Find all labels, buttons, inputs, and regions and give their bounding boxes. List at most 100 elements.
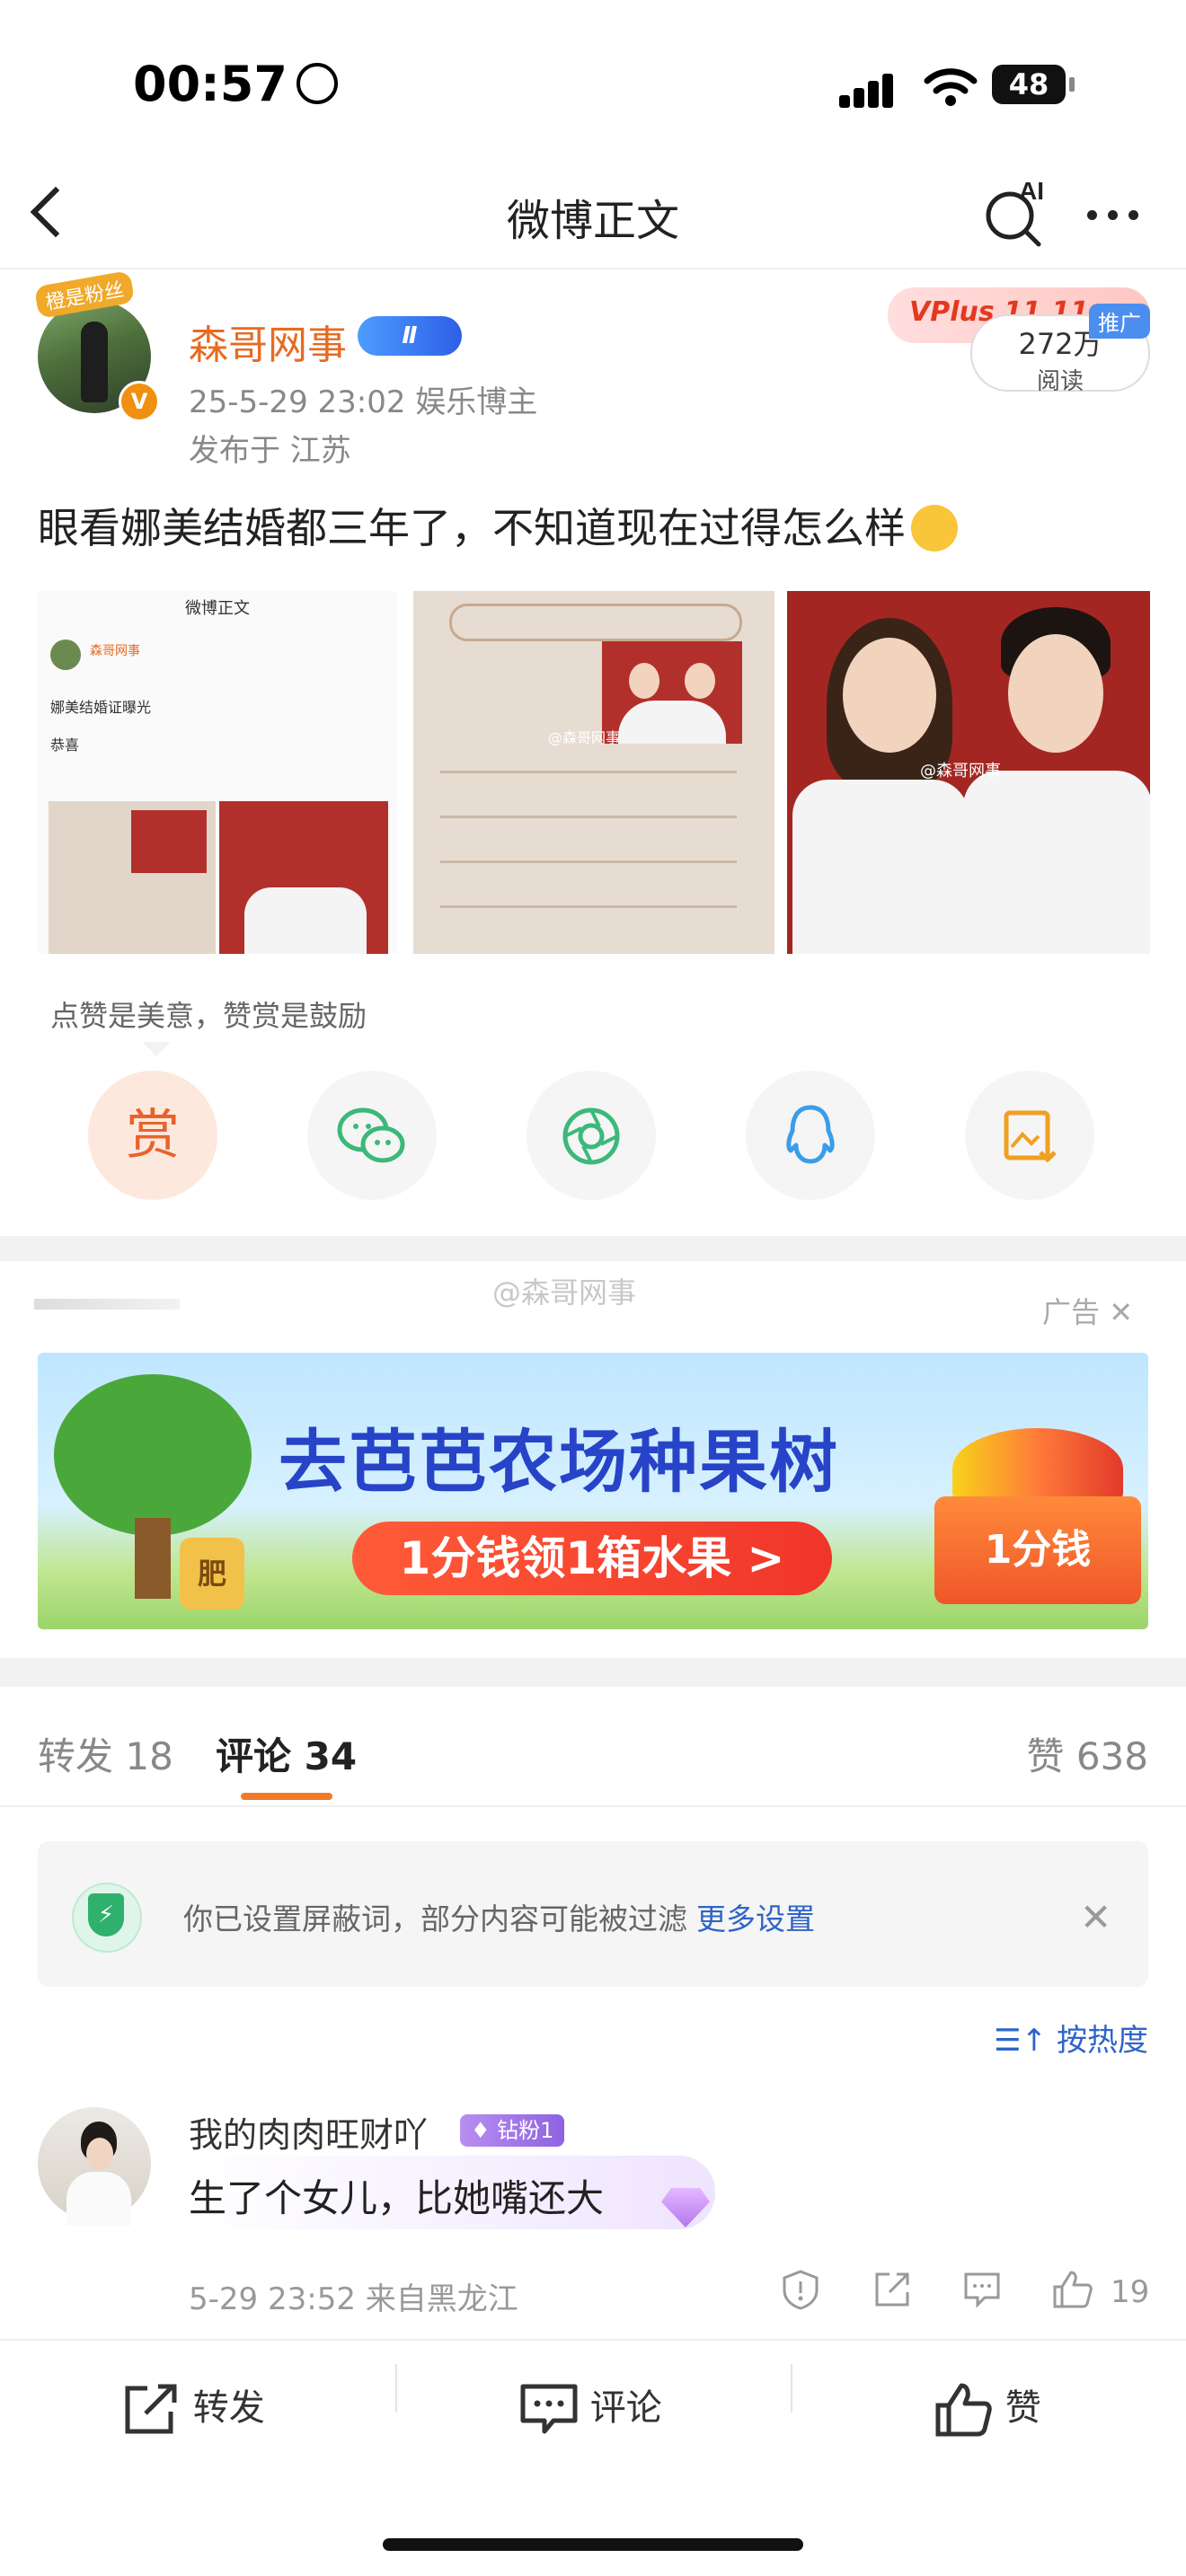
forward-icon[interactable] xyxy=(872,2269,913,2314)
reply-icon[interactable] xyxy=(961,2269,1003,2314)
fertilizer-pot: 肥 xyxy=(180,1538,244,1610)
ai-label: AI xyxy=(1019,177,1044,205)
more-settings-link[interactable]: 更多设置 xyxy=(696,1901,815,1936)
nav-divider xyxy=(0,268,1186,269)
ai-search-icon[interactable]: AI xyxy=(981,176,1053,251)
qq-icon xyxy=(786,1105,835,1163)
ad-headline: 去芭芭农场种果树 xyxy=(279,1422,839,1502)
mini-couple-photo xyxy=(219,801,388,954)
cert-ornament xyxy=(449,604,742,641)
battery-indicator: 48 xyxy=(992,65,1075,104)
cert-line xyxy=(440,905,737,908)
fruit-box: 1分钱 xyxy=(934,1496,1141,1604)
reward-tip: 点赞是美意，赞赏是鼓励 xyxy=(50,999,367,1033)
fan-badge[interactable]: ♦ 钻粉1 xyxy=(460,2114,565,2147)
bottom-separator xyxy=(791,2364,792,2413)
mini-line: 娜美结婚证曝光 xyxy=(50,699,152,716)
weibo-watermark: @森哥网事 xyxy=(492,1275,637,1310)
ad-cta-button[interactable]: 1分钱领1箱水果 > xyxy=(352,1522,832,1595)
share-moments-button[interactable] xyxy=(527,1071,656,1200)
comment-label: 评论 xyxy=(589,2387,662,2429)
tree-illustration xyxy=(54,1374,252,1536)
comment-like-count: 19 xyxy=(1111,2274,1150,2310)
vip-badge[interactable]: Ⅱ xyxy=(358,316,462,356)
mini-avatar xyxy=(50,640,81,670)
bottom-separator xyxy=(395,2364,397,2413)
comment-icon xyxy=(520,2384,578,2434)
save-image-icon xyxy=(1004,1110,1057,1163)
bottom-like-button[interactable]: 赞 xyxy=(934,2378,1041,2438)
save-image-button[interactable] xyxy=(965,1071,1094,1200)
post-image-3[interactable]: @森哥网事 xyxy=(787,591,1150,954)
comment-text: 生了个女儿，比她嘴还大 xyxy=(189,2176,605,2220)
post-location: 发布于 江苏 xyxy=(189,433,351,469)
bottom-repost-button[interactable]: 转发 xyxy=(122,2378,265,2437)
mini-shirts xyxy=(244,887,367,954)
author-name[interactable]: 森哥网事 xyxy=(189,313,347,370)
status-time: 00:57 xyxy=(133,56,338,112)
more-options-icon[interactable] xyxy=(1087,207,1149,224)
mini-cert-photo xyxy=(131,810,207,873)
mini-certificate xyxy=(49,801,216,954)
cert-line xyxy=(440,816,737,818)
smiley-icon xyxy=(296,63,338,105)
post-meta: 25-5-29 23:02 娱乐博主 xyxy=(189,384,538,420)
close-ad-icon[interactable]: ✕ xyxy=(1109,1295,1133,1329)
like-label: 赞 xyxy=(1005,2387,1041,2429)
groom-face xyxy=(1008,634,1103,753)
moments-icon xyxy=(562,1107,620,1164)
thinking-emoji-icon xyxy=(911,504,958,551)
like-icon[interactable] xyxy=(1051,2269,1094,2314)
diamond-icon: ♦ xyxy=(471,2118,498,2143)
cert-line xyxy=(440,771,737,773)
close-icon[interactable]: ✕ xyxy=(1080,1895,1111,1939)
cert-photo xyxy=(602,641,742,744)
bride-face xyxy=(843,638,936,753)
report-icon[interactable] xyxy=(780,2269,821,2314)
image-watermark: @森哥网事 xyxy=(920,762,1001,781)
verified-icon: V xyxy=(119,381,160,422)
cellular-signal-icon xyxy=(839,72,907,108)
section-gap xyxy=(0,1236,1186,1261)
bottom-comment-button[interactable]: 评论 xyxy=(519,2378,662,2437)
filter-text: 你已设置屏蔽词，部分内容可能被过滤 更多设置 xyxy=(183,1901,815,1936)
share-wechat-button[interactable] xyxy=(307,1071,437,1200)
home-indicator[interactable] xyxy=(383,2538,803,2551)
tab-comments[interactable]: 评论 34 xyxy=(216,1726,357,1781)
read-label: 阅读 xyxy=(1036,368,1084,395)
section-gap xyxy=(0,1658,1186,1687)
mini-author: 森哥网事 xyxy=(90,644,140,658)
promote-badge: 推广 xyxy=(1089,304,1150,339)
repost-icon xyxy=(125,2384,177,2434)
ad-label[interactable]: 广告 ✕ xyxy=(1042,1290,1133,1331)
tab-likes[interactable]: 赞 638 xyxy=(1026,1726,1148,1781)
cert-face-1 xyxy=(629,663,659,699)
image-watermark: @森哥网事 xyxy=(548,729,621,746)
avatar-face xyxy=(86,2138,113,2170)
mini-line-2: 恭喜 xyxy=(50,737,80,754)
avatar-figure xyxy=(81,322,108,402)
cert-shirts xyxy=(618,701,726,744)
reward-button[interactable]: 赏 xyxy=(88,1071,217,1200)
sort-icon: ☰↑ xyxy=(994,2023,1057,2059)
tab-active-indicator xyxy=(241,1793,332,1800)
wifi-icon xyxy=(924,65,978,111)
repost-label: 转发 xyxy=(192,2387,265,2429)
groom-shirt xyxy=(963,771,1150,954)
comment-time: 5-29 23:52 来自黑龙江 xyxy=(189,2281,518,2317)
share-qq-button[interactable] xyxy=(746,1071,875,1200)
commenter-name[interactable]: 我的肉肉旺财吖 xyxy=(189,2107,428,2157)
post-image-2[interactable]: @森哥网事 xyxy=(413,591,774,954)
sort-by-hot-button[interactable]: ☰↑ 按热度 xyxy=(994,2016,1148,2060)
mini-title: 微博正文 xyxy=(185,599,250,618)
bride-shirt xyxy=(792,780,969,954)
tab-reposts[interactable]: 转发 18 xyxy=(38,1726,173,1781)
shield-bolt-icon: ⚡ xyxy=(88,1893,124,1936)
post-image-1[interactable]: 微博正文 森哥网事 娜美结婚证曝光 恭喜 xyxy=(38,591,397,954)
thumbs-up-icon xyxy=(935,2383,992,2437)
cert-line xyxy=(440,860,737,863)
post-text: 眼看娜美结婚都三年了，不知道现在过得怎么样 xyxy=(38,496,958,555)
wechat-icon xyxy=(337,1107,405,1162)
tree-trunk xyxy=(135,1518,171,1599)
ad-source-placeholder xyxy=(34,1299,180,1310)
